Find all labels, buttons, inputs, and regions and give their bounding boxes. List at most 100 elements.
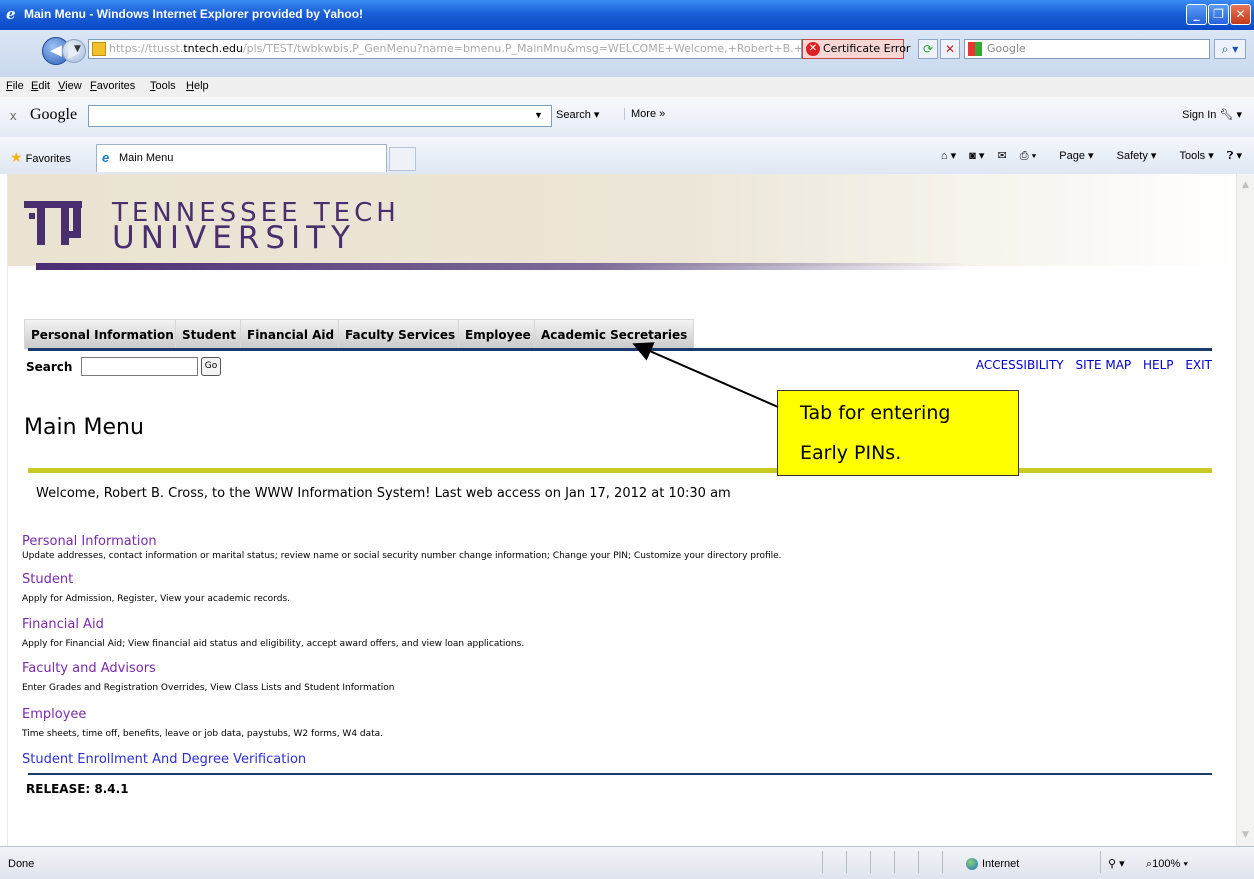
- desc-personal-information: Update addresses, contact information or…: [22, 551, 782, 561]
- status-separator: [846, 851, 847, 873]
- tab-personal-information[interactable]: Personal Information: [24, 319, 181, 349]
- more-button[interactable]: More »: [624, 108, 665, 120]
- star-icon: ★: [10, 149, 23, 165]
- zoom-label: 100%: [1152, 858, 1181, 870]
- sign-in-label: Sign In: [1182, 109, 1217, 121]
- content-left-edge: [0, 174, 8, 846]
- menu-file[interactable]: File: [6, 80, 24, 92]
- feeds-icon[interactable]: ◙ ▾: [969, 150, 984, 162]
- page-content: TENNESSEE TECH UNIVERSITY Personal Infor…: [8, 174, 1236, 846]
- url-path: /pls/TEST/twbkwbis.P_GenMenu?name=bmenu.…: [242, 42, 802, 55]
- search-placeholder: Google: [987, 42, 1026, 55]
- site-map-link[interactable]: SITE MAP: [1075, 358, 1131, 372]
- close-window-button[interactable]: ✕: [1230, 4, 1251, 25]
- window-title-bar[interactable]: e Main Menu - Windows Internet Explorer …: [0, 0, 1254, 30]
- url-prefix: https://ttusst.: [109, 42, 184, 55]
- menu-favorites[interactable]: Favorites: [90, 80, 135, 92]
- wrench-icon: 🔧︎: [1219, 109, 1234, 121]
- history-dropdown-icon[interactable]: ▼: [74, 44, 81, 54]
- vertical-scrollbar[interactable]: ▲ ▼: [1236, 174, 1254, 846]
- protected-mode-icon[interactable]: ⚲ ▾: [1108, 857, 1125, 870]
- print-icon[interactable]: ⎙ ▾: [1020, 150, 1036, 162]
- status-separator: [1100, 851, 1101, 873]
- status-separator: [822, 851, 823, 873]
- link-student[interactable]: Student: [22, 572, 290, 587]
- google-toolbar: x Google ▼ Search ▾ More » Sign In 🔧︎ ▾: [0, 97, 1254, 138]
- status-separator: [918, 851, 919, 873]
- close-toolbar-button[interactable]: x: [10, 108, 17, 123]
- search-box[interactable]: Google: [964, 39, 1210, 59]
- menu-item-enrollment-verification: Student Enrollment And Degree Verificati…: [22, 752, 306, 767]
- page-menu-label: Page: [1059, 150, 1085, 162]
- safety-menu[interactable]: Safety ▾: [1107, 150, 1157, 162]
- banner-line2: UNIVERSITY: [112, 220, 357, 256]
- maximize-button[interactable]: ❐: [1208, 4, 1229, 25]
- tab-title: Main Menu: [119, 152, 174, 164]
- google-search-button[interactable]: Search ▾: [556, 108, 599, 121]
- callout-arrow: [632, 342, 779, 408]
- menu-view[interactable]: View: [58, 80, 82, 92]
- go-button[interactable]: Go: [201, 357, 221, 376]
- ie-page-icon: e: [102, 150, 110, 165]
- stop-button[interactable]: ✕: [940, 39, 960, 59]
- command-bar: ⌂ ▾ ◙ ▾ ✉ ⎙ ▾ Page ▾ Safety ▾ Tools ▾ ❓︎…: [931, 149, 1242, 163]
- chevron-down-icon[interactable]: ▼: [534, 110, 543, 120]
- exit-link[interactable]: EXIT: [1185, 358, 1212, 372]
- browser-tab-main-menu[interactable]: e Main Menu: [96, 144, 387, 172]
- address-bar[interactable]: https://ttusst.tntech.edu/pls/TEST/twbkw…: [88, 39, 802, 59]
- google-search-input[interactable]: [88, 105, 552, 127]
- desc-financial-aid: Apply for Financial Aid; View financial …: [22, 639, 525, 649]
- link-enrollment-verification[interactable]: Student Enrollment And Degree Verificati…: [22, 752, 306, 767]
- link-personal-information[interactable]: Personal Information: [22, 534, 782, 549]
- search-label: Search: [26, 360, 73, 374]
- tab-student[interactable]: Student: [175, 319, 243, 349]
- link-financial-aid[interactable]: Financial Aid: [22, 617, 524, 632]
- menu-edit[interactable]: Edit: [31, 80, 50, 92]
- safety-menu-label: Safety: [1116, 150, 1148, 162]
- link-faculty-and-advisors[interactable]: Faculty and Advisors: [22, 661, 395, 676]
- accessibility-link[interactable]: ACCESSIBILITY: [976, 358, 1064, 372]
- zoom-level[interactable]: ⌕100% ▾: [1146, 858, 1188, 871]
- certificate-error-button[interactable]: ✕ Certificate Error: [802, 39, 910, 59]
- cert-error-label: Certificate Error: [823, 42, 911, 55]
- browser-tab-row: ★ Favorites e Main Menu ⌂ ▾ ◙ ▾ ✉ ⎙ ▾ Pa…: [0, 137, 1254, 175]
- sign-in-button[interactable]: Sign In 🔧︎ ▾: [1182, 108, 1242, 121]
- help-icon[interactable]: ❓︎ ▾: [1227, 150, 1242, 162]
- scroll-down-icon[interactable]: ▼: [1238, 827, 1253, 843]
- new-tab-button[interactable]: [389, 147, 416, 171]
- menu-item-faculty-and-advisors: Faculty and Advisors Enter Grades and Re…: [22, 661, 395, 693]
- menu-tools[interactable]: Tools: [150, 80, 176, 92]
- url-domain: tntech.edu: [183, 42, 243, 55]
- scroll-up-icon[interactable]: ▲: [1238, 177, 1253, 193]
- minimize-button[interactable]: _: [1186, 4, 1207, 25]
- address-toolbar: ◀ ▶ ▼ https://ttusst.tntech.edu/pls/TEST…: [0, 30, 1254, 77]
- menu-help[interactable]: Help: [186, 80, 209, 92]
- security-zone[interactable]: Internet: [966, 858, 1020, 871]
- tab-faculty-services[interactable]: Faculty Services: [338, 319, 463, 349]
- help-link[interactable]: HELP: [1143, 358, 1174, 372]
- favorites-button[interactable]: ★ Favorites: [10, 149, 71, 166]
- welcome-message: Welcome, Robert B. Cross, to the WWW Inf…: [36, 486, 731, 501]
- tab-financial-aid[interactable]: Financial Aid: [240, 319, 342, 349]
- callout-line2: Early PINs.: [800, 442, 902, 464]
- tab-employee[interactable]: Employee: [458, 319, 538, 349]
- university-banner: TENNESSEE TECH UNIVERSITY: [8, 174, 1236, 266]
- page-menu[interactable]: Page ▾: [1049, 150, 1093, 162]
- mail-icon[interactable]: ✉: [997, 150, 1006, 162]
- banner-divider: [36, 263, 968, 270]
- callout-line1: Tab for entering: [800, 402, 951, 424]
- home-icon[interactable]: ⌂ ▾: [941, 150, 956, 162]
- menu-item-student: Student Apply for Admission, Register, V…: [22, 572, 290, 604]
- link-employee[interactable]: Employee: [22, 707, 383, 722]
- tools-menu[interactable]: Tools ▾: [1169, 150, 1213, 162]
- footer-divider: [28, 773, 1212, 775]
- menu-item-personal-information: Personal Information Update addresses, c…: [22, 534, 782, 561]
- search-input[interactable]: [81, 357, 198, 376]
- release-label: RELEASE: 8.4.1: [26, 782, 129, 796]
- menu-item-financial-aid: Financial Aid Apply for Financial Aid; V…: [22, 617, 524, 649]
- status-separator: [870, 851, 871, 873]
- search-go-button[interactable]: ⌕ ▾: [1214, 39, 1246, 59]
- refresh-button[interactable]: ⟳: [918, 39, 938, 59]
- utility-links: ACCESSIBILITY SITE MAP HELP EXIT: [968, 358, 1212, 372]
- zone-label: Internet: [982, 858, 1020, 870]
